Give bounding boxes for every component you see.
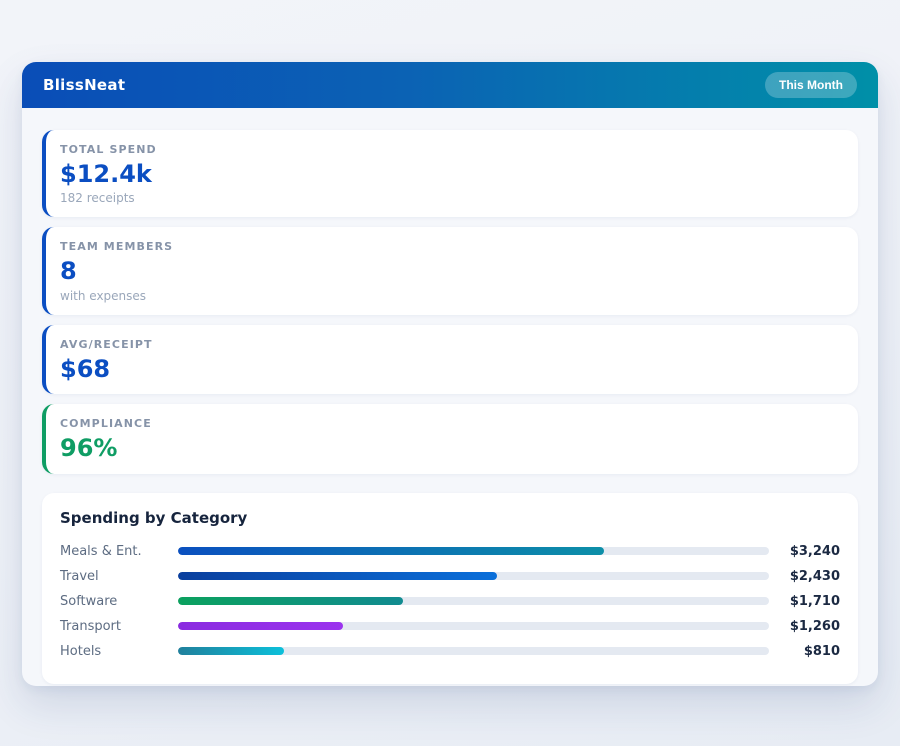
stat-label: AVG/RECEIPT [60,338,840,351]
bar-travel [178,572,497,580]
stat-card-team-members: TEAM MEMBERS 8 with expenses [42,227,858,314]
bar-transport [178,622,343,630]
chart-row-hotels: Hotels $810 [60,639,840,664]
chart-row-travel: Travel $2,430 [60,564,840,589]
app-header: BlissNeat This Month [22,62,878,108]
dashboard-card: BlissNeat This Month TOTAL SPEND $12.4k … [22,62,878,686]
chart-title: Spending by Category [60,509,840,527]
dashboard-body: TOTAL SPEND $12.4k 182 receipts TEAM MEM… [22,108,878,684]
stat-value: 96% [60,435,840,461]
category-label: Hotels [60,644,178,659]
bar-track [178,622,769,630]
stat-card-compliance: COMPLIANCE 96% [42,404,858,473]
category-label: Transport [60,619,178,634]
stat-label: COMPLIANCE [60,417,840,430]
stat-label: TEAM MEMBERS [60,240,840,253]
chart-row-software: Software $1,710 [60,589,840,614]
bar-software [178,597,403,605]
category-value: $3,240 [778,544,840,559]
stat-label: TOTAL SPEND [60,143,840,156]
chart-row-meals: Meals & Ent. $3,240 [60,539,840,564]
period-badge[interactable]: This Month [765,72,857,98]
spending-by-category-chart: Spending by Category Meals & Ent. $3,240… [42,493,858,684]
stat-subtext: 182 receipts [60,191,840,205]
category-value: $1,710 [778,594,840,609]
category-label: Software [60,594,178,609]
app-title: BlissNeat [43,76,125,94]
bar-track [178,572,769,580]
stat-subtext: with expenses [60,289,840,303]
bar-hotels [178,647,284,655]
stat-card-avg-receipt: AVG/RECEIPT $68 [42,325,858,394]
stat-card-total-spend: TOTAL SPEND $12.4k 182 receipts [42,130,858,217]
category-label: Meals & Ent. [60,544,178,559]
bar-track [178,547,769,555]
category-value: $2,430 [778,569,840,584]
category-value: $810 [778,644,840,659]
stat-value: $68 [60,356,840,382]
bar-meals [178,547,604,555]
bar-track [178,647,769,655]
chart-row-transport: Transport $1,260 [60,614,840,639]
stat-value: 8 [60,258,840,284]
category-label: Travel [60,569,178,584]
category-value: $1,260 [778,619,840,634]
bar-track [178,597,769,605]
stat-value: $12.4k [60,161,840,187]
